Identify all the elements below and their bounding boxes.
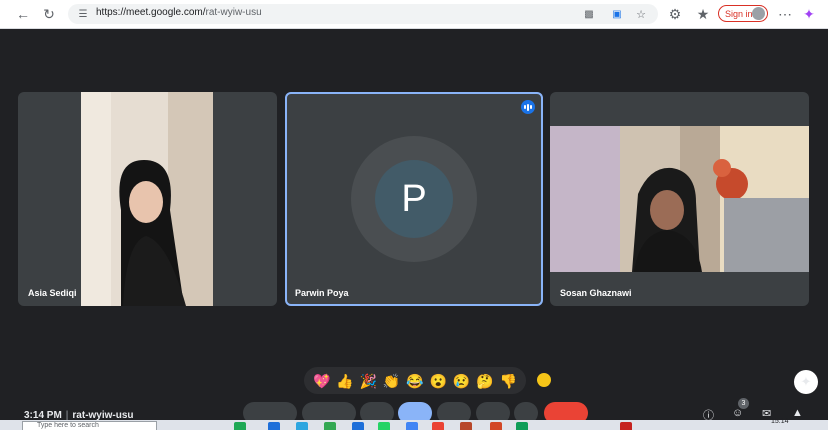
participant-video (550, 126, 809, 272)
avatar: P (375, 160, 453, 238)
taskbar-app-icon[interactable] (516, 422, 528, 430)
more-reactions-icon[interactable] (537, 373, 551, 387)
gemini-icon[interactable]: ✦ (794, 370, 818, 394)
reactions-bar: 💖 👍 🎉 👏 😂 😮 😢 🤔 👎 (304, 367, 526, 394)
reaction-laugh[interactable]: 😂 (406, 373, 423, 389)
taskbar-app-icon[interactable] (620, 422, 632, 430)
reaction-thumbs-down[interactable]: 👎 (500, 373, 517, 389)
taskbar-app-icon[interactable] (432, 422, 444, 430)
reaction-surprised[interactable]: 😮 (430, 373, 447, 389)
participant-tile[interactable]: Sosan Ghaznawi (550, 92, 809, 306)
signin-label: Sign in (725, 8, 753, 19)
address-bar[interactable]: ☰ https://meet.google.com/rat-wyiw-usu ▩… (68, 4, 658, 24)
taskbar-app-icon[interactable] (234, 422, 246, 430)
taskbar-search-input[interactable]: Type here to search (22, 421, 157, 430)
taskbar-app-icon[interactable] (460, 422, 472, 430)
reaction-sad[interactable]: 😢 (453, 373, 470, 389)
reaction-party[interactable]: 🎉 (360, 373, 377, 389)
reaction-heart[interactable]: 💖 (313, 373, 330, 389)
profile-avatar (752, 7, 765, 20)
cast-icon[interactable]: ▣ (608, 5, 626, 23)
taskbar-app-icon[interactable] (490, 422, 502, 430)
bookmark-star-icon[interactable]: ☆ (632, 5, 650, 23)
taskbar-app-icon[interactable] (296, 422, 308, 430)
signin-button[interactable]: Sign in (718, 5, 768, 22)
extensions-icon[interactable]: ⚙ (666, 5, 684, 23)
activities-icon[interactable]: ▲ (792, 407, 803, 419)
participant-tile[interactable]: Asia Sediqi (18, 92, 277, 306)
participant-name: Sosan Ghaznawi (560, 288, 632, 298)
taskbar-app-icon[interactable] (324, 422, 336, 430)
site-info-icon[interactable]: ☰ (74, 5, 92, 23)
taskbar-app-icon[interactable] (378, 422, 390, 430)
reaction-thinking[interactable]: 🤔 (476, 373, 493, 389)
participant-video (81, 92, 213, 306)
reaction-clap[interactable]: 👏 (383, 373, 400, 389)
participant-name: Parwin Poya (295, 288, 349, 298)
reload-icon[interactable]: ↻ (40, 5, 58, 23)
copilot-icon[interactable]: ✦ (800, 5, 818, 23)
more-menu-icon[interactable]: ⋯ (776, 5, 794, 23)
participant-name: Asia Sediqi (28, 288, 77, 298)
browser-toolbar: ← ↻ ☰ https://meet.google.com/rat-wyiw-u… (0, 0, 828, 29)
participant-tile-active[interactable]: P Parwin Poya (285, 92, 543, 306)
url-text: https://meet.google.com/rat-wyiw-usu (96, 7, 262, 18)
participant-count-badge: 3 (738, 398, 749, 409)
taskbar-app-icon[interactable] (406, 422, 418, 430)
taskbar-app-icon[interactable] (352, 422, 364, 430)
back-icon[interactable]: ← (14, 5, 32, 23)
speaking-indicator-icon (521, 100, 535, 114)
taskbar-clock: 15:14 (771, 418, 789, 425)
reaction-thumbs-up[interactable]: 👍 (336, 373, 353, 389)
favorites-icon[interactable]: ★ (694, 5, 712, 23)
taskbar-app-icon[interactable] (268, 422, 280, 430)
chat-icon[interactable]: ✉ (762, 407, 771, 420)
avatar-initial: P (401, 177, 427, 220)
camera-icon[interactable]: ▩ (580, 5, 598, 23)
